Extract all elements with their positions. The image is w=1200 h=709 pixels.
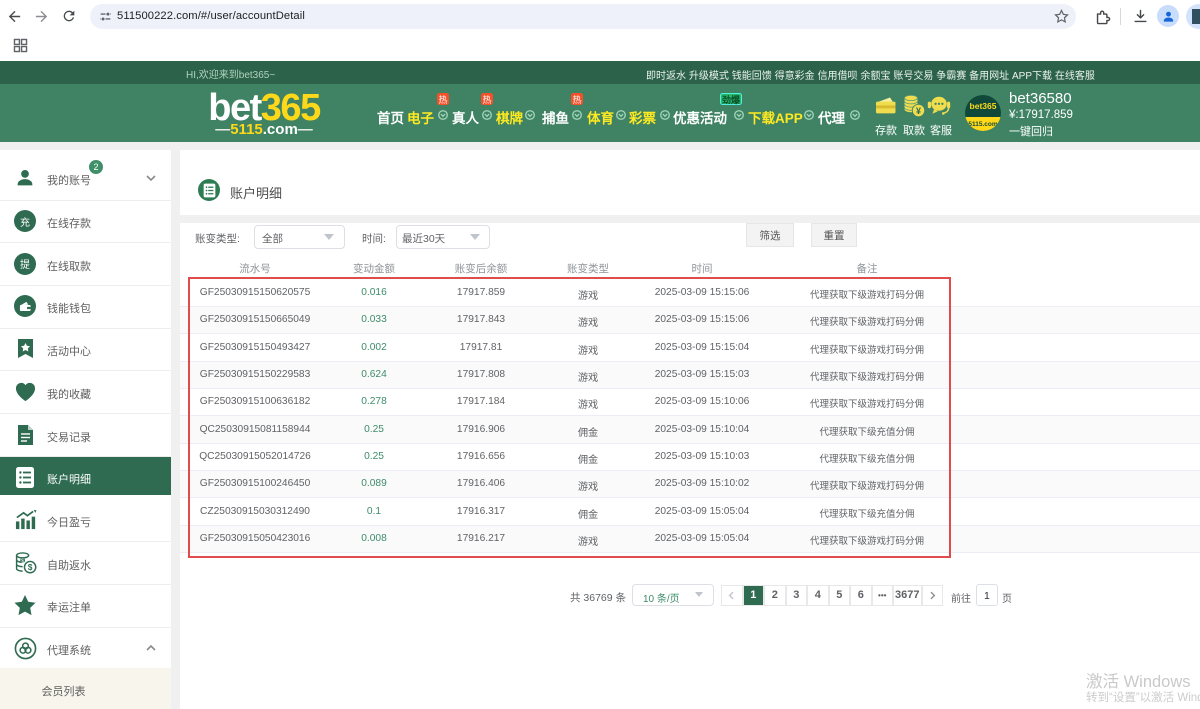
svg-text:¥: ¥ — [916, 106, 921, 116]
svg-text:$: $ — [27, 563, 32, 572]
svg-text:$: $ — [21, 559, 24, 565]
